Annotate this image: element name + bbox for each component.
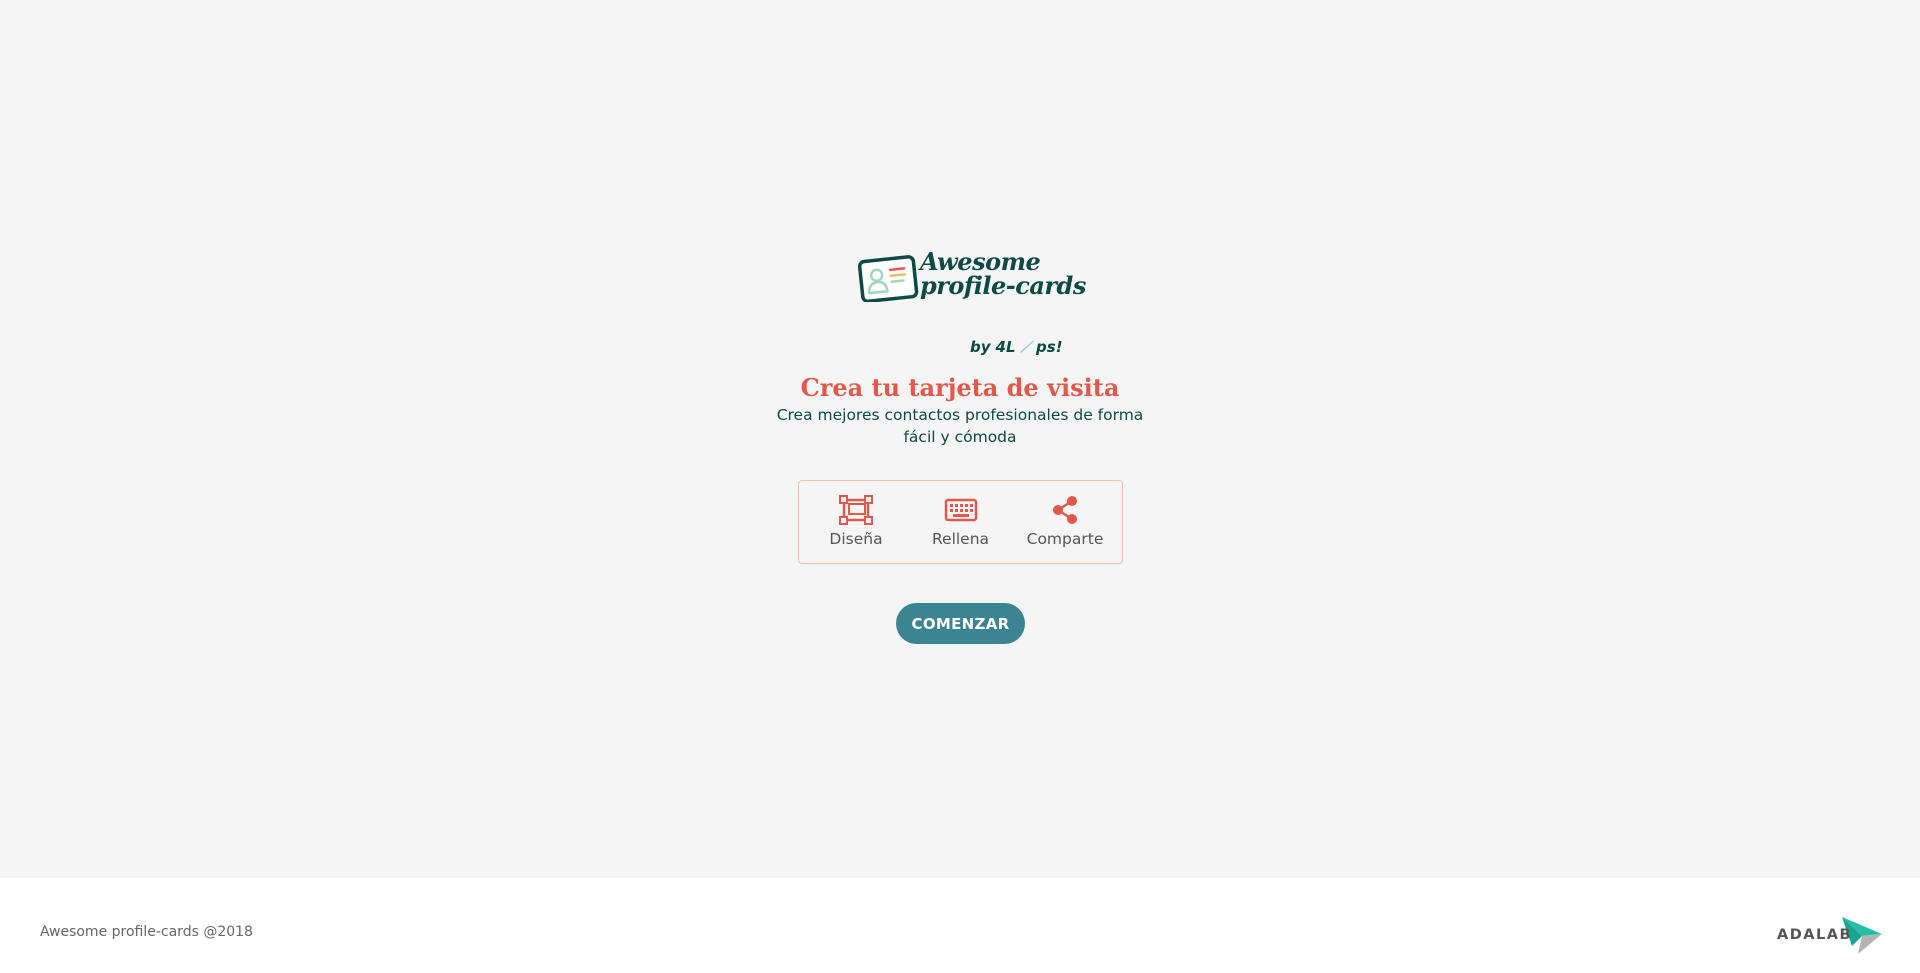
- footer-copyright: Awesome profile-cards @2018: [40, 924, 253, 940]
- team-a-name: 4L: [995, 338, 1016, 356]
- step-design[interactable]: Diseña: [815, 495, 897, 549]
- team-b-name: ps!: [1036, 338, 1063, 356]
- step-fill[interactable]: Rellena: [920, 495, 1002, 549]
- logo-byline: by 4L ⟋ ps!: [970, 338, 1063, 356]
- byline-label: by: [970, 338, 991, 356]
- adalab-logo[interactable]: ADALAB: [1776, 914, 1882, 958]
- steps-panel: Diseña Rellena Comparte: [798, 480, 1123, 564]
- step-label: Diseña: [829, 530, 883, 548]
- page-title: Crea tu tarjeta de visita: [800, 373, 1120, 402]
- logo-line-2: profile-cards: [920, 271, 1086, 300]
- start-button[interactable]: COMENZAR: [896, 603, 1025, 644]
- page-subtitle: Crea mejores contactos profesionales de …: [776, 406, 1144, 446]
- logo-title: Awesome profile-cards: [920, 250, 1086, 298]
- keyboard-icon: [944, 498, 977, 522]
- profile-card-logo-icon: [858, 255, 919, 302]
- slash-mark-icon: ⟋: [1020, 338, 1032, 356]
- footer: Awesome profile-cards @2018 ADALAB: [0, 878, 1920, 973]
- landing-main: Awesome profile-cards by 4L ⟋ ps! Crea t…: [0, 0, 1920, 878]
- app-logo: Awesome profile-cards by 4L ⟋ ps!: [858, 250, 1086, 360]
- design-icon: [839, 495, 873, 525]
- adalab-wordmark: ADALAB: [1777, 927, 1852, 943]
- step-label: Comparte: [1026, 530, 1104, 548]
- share-icon: [1053, 496, 1077, 524]
- step-share[interactable]: Comparte: [1024, 495, 1106, 549]
- step-label: Rellena: [931, 530, 990, 548]
